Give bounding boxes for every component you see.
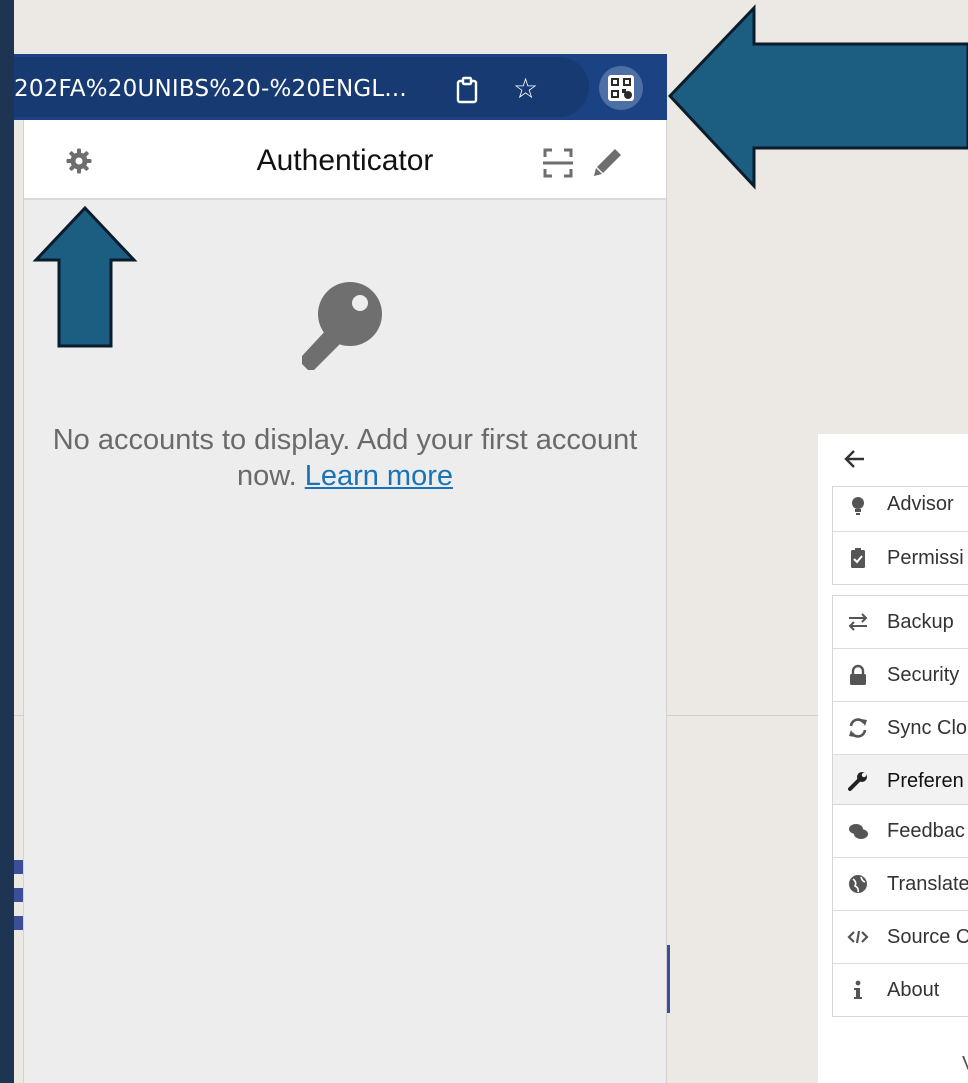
background-mark	[14, 916, 23, 930]
scan-qr-icon[interactable]	[542, 147, 574, 179]
settings-item-translate[interactable]: Translate	[833, 858, 968, 911]
settings-item-source-code[interactable]: Source C	[833, 911, 968, 964]
address-bar[interactable]: 202FA%20UNIBS%20-%20ENGL... ☆	[14, 57, 589, 117]
authenticator-extension-button[interactable]	[599, 66, 643, 110]
settings-item-label: Advisor	[887, 493, 954, 515]
qr-extension-icon	[608, 75, 634, 101]
settings-group-data: Backup Security Sync Clo Preferen	[832, 595, 968, 808]
settings-item-advisor[interactable]: Advisor	[833, 487, 968, 532]
annotation-arrow-right	[668, 4, 968, 190]
settings-item-sync-clock[interactable]: Sync Clo	[833, 702, 968, 755]
back-arrow-icon[interactable]	[844, 448, 866, 470]
settings-item-preferences[interactable]: Preferen	[833, 755, 968, 807]
settings-item-feedback[interactable]: Feedbac	[833, 805, 968, 858]
lightbulb-icon	[852, 497, 864, 515]
settings-item-label: About	[887, 979, 940, 1001]
comments-icon	[849, 824, 868, 839]
settings-group-general: Advisor Permissi	[832, 486, 968, 585]
annotation-arrow-up	[32, 206, 138, 348]
info-icon	[854, 980, 862, 999]
settings-item-about[interactable]: About	[833, 964, 968, 1016]
empty-state-message: No accounts to display. Add your first a…	[49, 422, 641, 494]
sync-icon	[849, 718, 867, 738]
version-text: V	[962, 1053, 968, 1076]
settings-group-about: Feedbac Translate Source C About	[832, 804, 968, 1017]
popup-header: Authenticator	[24, 120, 666, 200]
settings-item-backup[interactable]: Backup	[833, 596, 968, 649]
clipboard-check-icon	[851, 548, 865, 568]
background-mark	[14, 888, 23, 902]
background-mark	[14, 860, 23, 874]
settings-panel: Advisor Permissi Backup Security Sync Cl…	[818, 434, 968, 1083]
settings-item-label: Translate	[887, 873, 968, 895]
swap-arrows-icon	[848, 613, 868, 631]
url-text[interactable]: 202FA%20UNIBS%20-%20ENGL...	[14, 76, 407, 102]
clipboard-icon[interactable]	[452, 75, 482, 105]
pencil-icon[interactable]	[591, 145, 625, 179]
star-icon[interactable]: ☆	[513, 74, 538, 104]
left-edge-strip	[0, 0, 14, 1083]
key-icon	[302, 282, 382, 370]
settings-item-security[interactable]: Security	[833, 649, 968, 702]
lock-icon	[850, 664, 866, 685]
settings-item-label: Feedbac	[887, 820, 965, 842]
settings-item-label: Security	[887, 664, 960, 686]
settings-item-label: Sync Clo	[887, 717, 968, 739]
code-icon	[847, 930, 869, 944]
settings-item-label: Preferen	[887, 770, 964, 792]
learn-more-link[interactable]: Learn more	[305, 460, 453, 492]
globe-icon	[849, 875, 867, 893]
settings-item-label: Backup	[887, 611, 954, 633]
settings-item-permissions[interactable]: Permissi	[833, 532, 968, 584]
wrench-icon	[848, 772, 867, 791]
browser-toolbar: 202FA%20UNIBS%20-%20ENGL... ☆	[14, 54, 667, 120]
settings-item-label: Permissi	[887, 547, 964, 569]
settings-item-label: Source C	[887, 926, 968, 948]
